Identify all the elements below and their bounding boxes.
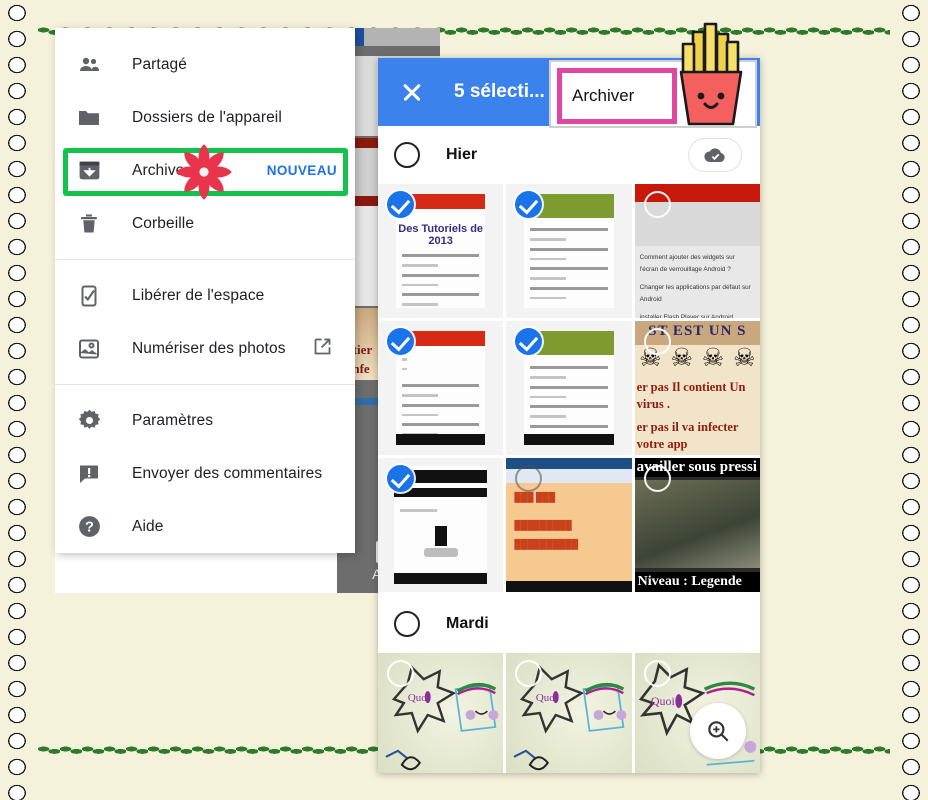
nav-item-label: Archive [132, 161, 185, 179]
backup-status-badge[interactable] [688, 138, 742, 172]
thumbnail-line: installer Flash Player sur Android [639, 314, 734, 318]
section-label: Mardi [446, 615, 489, 632]
svg-text:?: ? [85, 520, 94, 536]
status-badge-nouveau: NOUVEAU [266, 163, 337, 178]
trash-icon [76, 211, 102, 237]
feedback-icon [76, 461, 102, 487]
thumbnail-line: Comment ajouter des widgets sur l'écran … [639, 254, 735, 273]
right-scallop-border [894, 0, 928, 800]
unselected-circle-icon[interactable] [643, 465, 671, 492]
nav-item-liberer-de-lespace[interactable]: Libérer de l'espace [55, 269, 355, 322]
section-header-hier: Hier [378, 126, 760, 184]
nav-divider-2 [55, 384, 355, 385]
thumbnail-bottom-text: Niveau : Legende [634, 572, 760, 592]
selected-check-icon[interactable] [387, 328, 414, 355]
photo-grid-hier: Des Tutoriels de 2013 Comment ajouter de… [378, 184, 760, 592]
nav-item-label: Envoyer des commentaires [132, 464, 323, 482]
thumbnail-line: er pas il va infecter votre app [636, 420, 739, 451]
section-label: Hier [446, 146, 478, 163]
nav-divider-1 [55, 259, 355, 260]
nav-item-numeriser-des-photos[interactable]: Numériser des photos [55, 322, 355, 375]
nav-item-label: Libérer de l'espace [132, 286, 265, 304]
unselected-circle-icon[interactable] [643, 191, 671, 218]
photo-thumbnail[interactable]: Comment ajouter des widgets sur l'écran … [634, 184, 760, 318]
nav-item-label: Numériser des photos [132, 339, 286, 357]
navigation-drawer: Partagé Dossiers de l'appareil Archive N… [55, 28, 355, 553]
left-scallop-border [0, 0, 34, 800]
folder-icon [76, 105, 102, 131]
nav-item-label: Partagé [132, 55, 187, 73]
photo-thumbnail[interactable] [506, 321, 632, 455]
nav-item-partage[interactable]: Partagé [55, 38, 355, 91]
selection-count-label: 5 sélecti... [454, 81, 545, 102]
archive-box-icon [76, 158, 102, 184]
selected-check-icon[interactable] [387, 191, 414, 218]
photo-thumbnail[interactable] [506, 184, 632, 318]
close-icon[interactable] [400, 80, 424, 104]
photo-thumbnail[interactable]: Quoi [634, 653, 760, 773]
selected-check-icon[interactable] [387, 465, 414, 492]
bg-bar-grey [364, 28, 440, 46]
photo-scan-icon [76, 336, 102, 362]
unselected-circle-icon[interactable] [387, 660, 414, 687]
photos-selection-panel: 5 sélecti... Hier Des Tutoriels de 2013 [378, 58, 760, 773]
photo-thumbnail[interactable] [378, 458, 504, 592]
french-fries-sticker [679, 22, 743, 126]
nav-item-dossiers-de-lappareil[interactable]: Dossiers de l'appareil [55, 91, 355, 144]
nav-item-corbeille[interactable]: Corbeille [55, 197, 355, 250]
photo-thumbnail[interactable] [378, 321, 504, 455]
nav-item-envoyer-des-commentaires[interactable]: Envoyer des commentaires [55, 447, 355, 500]
nav-item-aide[interactable]: ? Aide [55, 500, 355, 553]
nav-item-archive[interactable]: Archive NOUVEAU [55, 144, 355, 197]
photo-thumbnail[interactable]: ST EST UN S ☠ ☠ ☠ ☠ er pas Il contient Un v… [634, 321, 760, 455]
nav-item-label: Aide [132, 517, 164, 535]
photo-thumbnail[interactable]: ███ ███ █████████ ██████████ [506, 458, 632, 592]
unselected-circle-icon[interactable] [643, 328, 671, 355]
people-icon [76, 52, 102, 78]
photo-thumbnail[interactable]: availler sous pressi Niveau : Legende [634, 458, 760, 592]
section-select-circle[interactable] [394, 142, 420, 168]
external-link-icon[interactable] [312, 336, 333, 362]
nav-item-label: Paramètres [132, 411, 214, 429]
photo-thumbnail[interactable]: Quoi [378, 653, 504, 773]
help-circle-icon: ? [76, 514, 102, 540]
thumbnail-title: Des Tutoriels de 2013 [398, 223, 484, 247]
unselected-circle-icon[interactable] [643, 660, 671, 687]
magnifier-plus-icon[interactable] [690, 703, 746, 759]
nav-item-label: Corbeille [132, 214, 195, 232]
thumbnail-line: Changer les applications par défaut sur … [639, 284, 751, 303]
photo-thumbnail[interactable]: Des Tutoriels de 2013 [378, 184, 504, 318]
section-select-circle[interactable] [394, 611, 420, 637]
svg-text:Quoi: Quoi [651, 694, 676, 708]
nav-item-parametres[interactable]: Paramètres [55, 394, 355, 447]
nav-item-label: Dossiers de l'appareil [132, 108, 282, 126]
photo-thumbnail[interactable]: Quoi [506, 653, 632, 773]
gear-icon [76, 408, 102, 434]
phone-check-icon [76, 283, 102, 309]
section-header-mardi: Mardi [378, 595, 760, 653]
archiver-tooltip-box: Archiver [557, 68, 677, 124]
thumbnail-line: er pas Il contient Un virus . [636, 380, 746, 411]
archiver-tooltip-label: Archiver [572, 86, 635, 105]
photo-grid-mardi: Quoi Quoi Quoi [378, 653, 760, 773]
